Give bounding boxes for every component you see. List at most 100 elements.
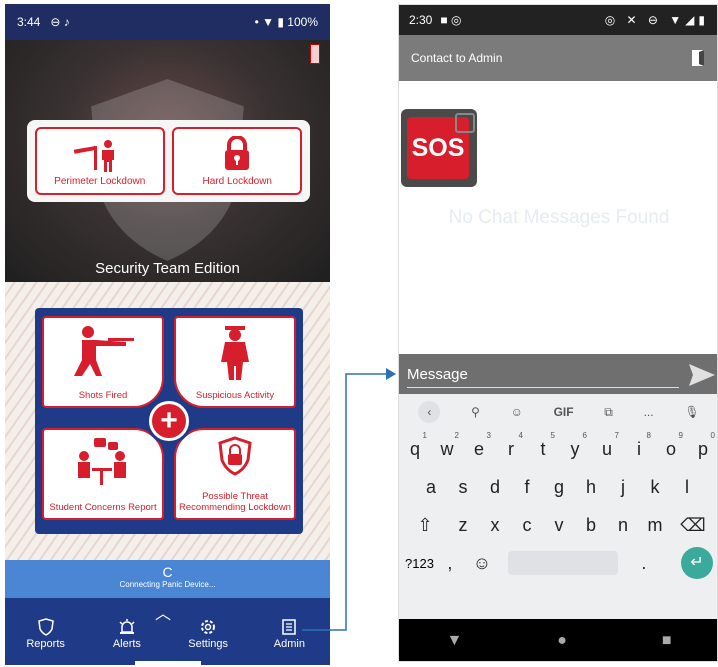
key[interactable]: j	[607, 477, 639, 498]
key[interactable]: s	[447, 477, 479, 498]
period-key[interactable]: .	[628, 553, 660, 574]
backspace-icon[interactable]: ⌫	[671, 515, 715, 536]
space-bar[interactable]	[507, 551, 618, 575]
status-time: 3:44	[17, 15, 41, 29]
message-input[interactable]: Message	[407, 366, 679, 388]
panic-device-status: C Connecting Panic Device...	[5, 560, 330, 598]
message-composer: Message	[399, 354, 717, 394]
hard-lockdown-button[interactable]: Hard Lockdown	[172, 127, 303, 195]
right-phone-screen: 2:30 ■ ◎ ◎ ✕ ⊖ ▼◢▮ Contact to Admin SOS …	[398, 4, 718, 662]
gif-button[interactable]: GIF	[554, 405, 574, 419]
student-concerns-label: Student Concerns Report	[49, 501, 157, 513]
keyboard-toolbar: ‹ ⚲ ☺ GIF ⧉ ... 🎙	[399, 394, 717, 430]
status-bar-right: 2:30 ■ ◎ ◎ ✕ ⊖ ▼◢▮	[399, 5, 717, 35]
key[interactable]: k	[639, 477, 671, 498]
enter-icon[interactable]: ↵	[681, 547, 713, 579]
key[interactable]: d	[479, 477, 511, 498]
key[interactable]: g	[543, 477, 575, 498]
edition-title: Security Team Edition	[95, 260, 240, 277]
key[interactable]: m	[639, 515, 671, 536]
nav-reports-label: Reports	[26, 638, 65, 650]
page-title: Contact to Admin	[411, 51, 503, 65]
status-time-right: 2:30	[409, 13, 433, 27]
key[interactable]: c	[511, 515, 543, 536]
recents-square-icon[interactable]: ■	[662, 632, 672, 650]
empty-chat-message: No Chat Messages Found	[448, 207, 670, 228]
home-indicator[interactable]	[135, 661, 201, 665]
key[interactable]: z	[447, 515, 479, 536]
key[interactable]: 8i	[623, 431, 655, 460]
system-navigation: ▼ ● ■	[399, 619, 717, 661]
chevron-left-icon[interactable]: ‹	[418, 401, 441, 423]
key[interactable]: v	[543, 515, 575, 536]
home-circle-icon[interactable]: ●	[557, 632, 567, 650]
key[interactable]: 6y	[559, 431, 591, 460]
panic-device-indicator[interactable]	[310, 44, 320, 64]
student-concerns-report-button[interactable]: Student Concerns Report	[42, 428, 164, 520]
key[interactable]: 0p	[687, 431, 717, 460]
system-status-icons: ◎ ✕ ⊖ ▼◢▮	[604, 13, 709, 27]
key[interactable]: 4r	[495, 431, 527, 460]
key[interactable]: f	[511, 477, 543, 498]
app-bar: Contact to Admin	[399, 35, 717, 81]
loading-spinner-icon: C	[162, 564, 173, 580]
plus-icon: +	[152, 404, 186, 438]
nav-alerts-label: Alerts	[112, 638, 141, 650]
back-triangle-icon[interactable]: ▼	[446, 632, 462, 650]
gear-icon	[201, 620, 216, 634]
key[interactable]: 7u	[591, 431, 623, 460]
conversation-icon	[78, 438, 126, 485]
nav-reports[interactable]: Reports	[11, 618, 81, 650]
key[interactable]: a	[415, 477, 447, 498]
possible-threat-label: Possible Threat Recommending Lockdown	[179, 491, 291, 513]
perimeter-lockdown-button[interactable]: Perimeter Lockdown	[34, 127, 165, 195]
shots-fired-label: Shots Fired	[78, 389, 128, 401]
exit-icon[interactable]	[691, 49, 707, 67]
alarm-icon	[119, 619, 135, 634]
key[interactable]: 3e	[463, 431, 495, 460]
add-report-button[interactable]: +	[146, 398, 192, 444]
keyboard-row-3: ⇧ z x c v b n m ⌫	[399, 506, 717, 544]
suspicious-activity-button[interactable]: Suspicious Activity	[174, 316, 296, 408]
keyboard-row-2: a s d f g h j k l	[399, 468, 717, 506]
emoji-icon[interactable]: ☺	[466, 553, 498, 574]
send-icon[interactable]	[687, 362, 717, 388]
possible-threat-button[interactable]: Possible Threat Recommending Lockdown	[174, 428, 296, 520]
translate-icon[interactable]: ⧉	[604, 405, 613, 420]
sticker-icon[interactable]: ☺	[511, 405, 523, 419]
minimize-icon[interactable]	[455, 113, 475, 133]
shift-icon[interactable]: ⇧	[403, 515, 447, 536]
bottom-navigation: ︿ Reports Alerts Settings Admin	[5, 598, 330, 665]
keyboard-row-4: ?123 , ☺ . ↵	[399, 544, 717, 582]
status-bar-left: 3:44 ⊖ ♪ • ▼ ▮ 100%	[5, 4, 330, 40]
key[interactable]: l	[671, 477, 703, 498]
notification-icons: ⊖ ♪	[50, 15, 70, 29]
key[interactable]: 1q	[399, 431, 431, 460]
shooter-icon	[74, 326, 134, 376]
shield-lock-icon	[218, 436, 252, 476]
key[interactable]: n	[607, 515, 639, 536]
nav-settings[interactable]: Settings	[173, 618, 243, 650]
admin-icon	[282, 619, 297, 635]
sos-button[interactable]: SOS	[401, 109, 477, 187]
incident-grid: Shots Fired Suspicious Activity Student …	[35, 308, 303, 534]
panic-status-text: Connecting Panic Device...	[119, 580, 216, 589]
perimeter-lockdown-label: Perimeter Lockdown	[54, 176, 146, 187]
key[interactable]: h	[575, 477, 607, 498]
key[interactable]: 5t	[527, 431, 559, 460]
search-icon[interactable]: ⚲	[471, 405, 480, 419]
keyboard-row-1: 1q 2w 3e 4r 5t 6y 7u 8i 9o 0p	[399, 430, 717, 468]
key[interactable]: 9o	[655, 431, 687, 460]
more-button[interactable]: ...	[644, 405, 654, 419]
key[interactable]: b	[575, 515, 607, 536]
symbols-key[interactable]: ?123	[405, 556, 434, 571]
microphone-icon[interactable]: 🎙	[684, 405, 699, 419]
nav-alerts[interactable]: Alerts	[92, 618, 162, 650]
lockdown-panel: Perimeter Lockdown Hard Lockdown	[27, 120, 310, 202]
battery-level: 100%	[287, 15, 318, 29]
comma-key[interactable]: ,	[434, 553, 466, 574]
barrier-guard-icon	[73, 140, 114, 172]
shots-fired-button[interactable]: Shots Fired	[42, 316, 164, 408]
key[interactable]: x	[479, 515, 511, 536]
key[interactable]: 2w	[431, 431, 463, 460]
